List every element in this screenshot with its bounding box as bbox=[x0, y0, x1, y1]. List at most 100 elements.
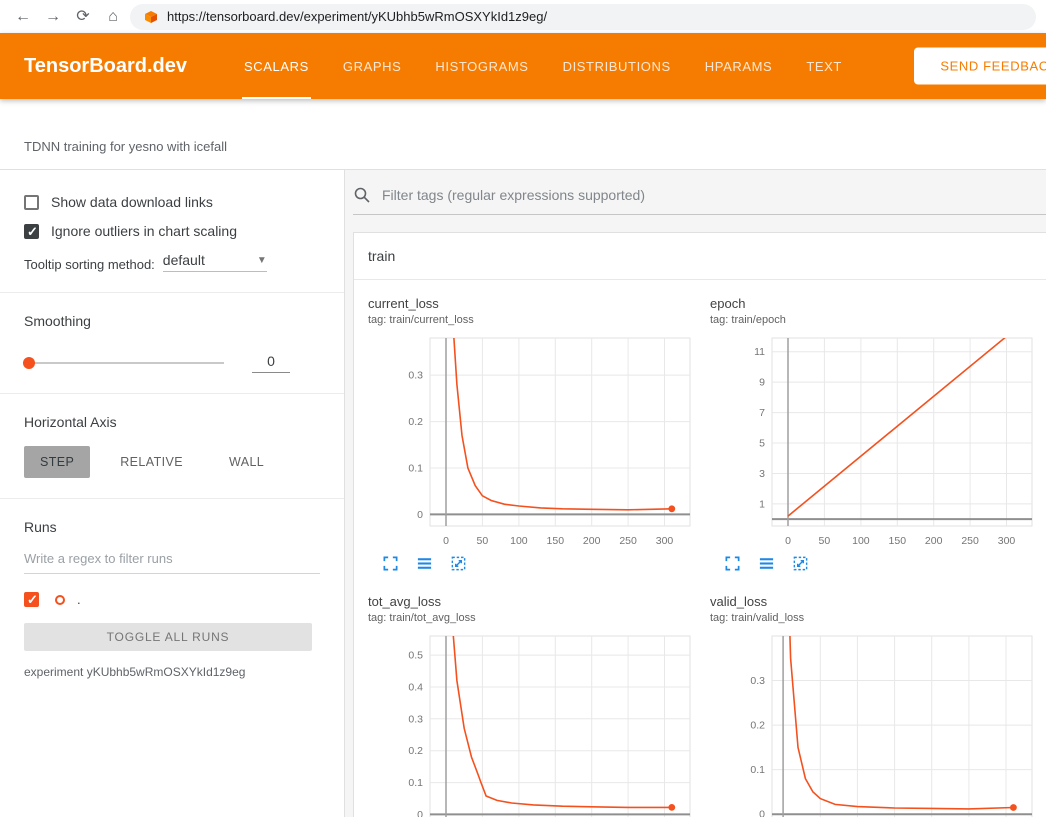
svg-text:250: 250 bbox=[619, 535, 637, 547]
chart-title: epoch bbox=[710, 296, 1042, 311]
smoothing-value-input[interactable] bbox=[252, 353, 290, 373]
forward-icon[interactable]: → bbox=[40, 4, 66, 30]
experiment-id-label: experiment yKUbhb5wRmOSXYkId1z9eg bbox=[24, 665, 320, 679]
horizontal-axis-toggle-group: STEP RELATIVE WALL bbox=[24, 446, 320, 478]
header-tabs: SCALARS GRAPHS HISTOGRAMS DISTRIBUTIONS … bbox=[227, 33, 859, 99]
tag-filter-row bbox=[353, 186, 1046, 215]
tooltip-sorting-dropdown[interactable]: default ▼ bbox=[163, 252, 267, 272]
show-download-links-row: Show data download links bbox=[24, 194, 320, 210]
chart-plot[interactable]: 05010015020025030000.10.20.3 bbox=[368, 332, 698, 552]
fit-domain-icon[interactable] bbox=[792, 555, 809, 572]
smoothing-slider-thumb[interactable] bbox=[23, 357, 35, 369]
show-download-links-label: Show data download links bbox=[51, 194, 213, 210]
send-feedback-button[interactable]: SEND FEEDBACK bbox=[914, 48, 1046, 85]
svg-text:100: 100 bbox=[852, 535, 870, 547]
expand-chart-icon[interactable] bbox=[382, 555, 399, 572]
toggle-all-runs-button[interactable]: TOGGLE ALL RUNS bbox=[24, 623, 312, 651]
tooltip-sorting-row: Tooltip sorting method: default ▼ bbox=[24, 252, 320, 272]
svg-text:0.2: 0.2 bbox=[408, 745, 423, 757]
chevron-down-icon: ▼ bbox=[257, 255, 267, 266]
chart-title: tot_avg_loss bbox=[368, 594, 700, 609]
axis-relative-button[interactable]: RELATIVE bbox=[104, 446, 199, 478]
tab-histograms[interactable]: HISTOGRAMS bbox=[418, 33, 545, 99]
svg-text:150: 150 bbox=[889, 535, 907, 547]
chart-plot[interactable]: 05010015020025030000.10.20.30.40.5 bbox=[368, 630, 698, 817]
svg-text:0.1: 0.1 bbox=[750, 764, 765, 776]
svg-text:50: 50 bbox=[477, 535, 489, 547]
chart-title: current_loss bbox=[368, 296, 700, 311]
chart-card: current_loss tag: train/current_loss 0 50… bbox=[368, 296, 700, 572]
runs-filter-input[interactable] bbox=[24, 551, 320, 574]
chart-title: valid_loss bbox=[710, 594, 1042, 609]
svg-text:0.4: 0.4 bbox=[408, 682, 423, 694]
chart-tag: tag: train/tot_avg_loss bbox=[368, 612, 700, 624]
svg-text:300: 300 bbox=[998, 535, 1016, 547]
expand-chart-icon[interactable] bbox=[724, 555, 741, 572]
svg-text:11: 11 bbox=[754, 346, 765, 358]
charts-grid: current_loss tag: train/current_loss 050… bbox=[354, 280, 1046, 817]
content-area: Show data download links Ignore outliers… bbox=[0, 170, 1046, 817]
svg-text:0: 0 bbox=[443, 535, 449, 547]
run-list-item: . bbox=[24, 592, 320, 607]
main-panel: train current_loss tag: train/current_lo… bbox=[345, 170, 1046, 817]
svg-text:5: 5 bbox=[759, 438, 765, 450]
smoothing-section: Smoothing bbox=[0, 293, 344, 394]
tooltip-sorting-label: Tooltip sorting method: bbox=[24, 257, 155, 272]
svg-text:0: 0 bbox=[785, 535, 791, 547]
svg-text:250: 250 bbox=[961, 535, 979, 547]
run-checkbox[interactable] bbox=[24, 592, 39, 607]
home-icon[interactable]: ⌂ bbox=[100, 4, 126, 30]
smoothing-slider-row bbox=[24, 353, 320, 373]
smoothing-label: Smoothing bbox=[24, 313, 320, 329]
runs-section: Runs . TOGGLE ALL RUNS experiment yKUbhb… bbox=[0, 499, 344, 699]
svg-text:0: 0 bbox=[759, 809, 765, 817]
runs-list-icon[interactable] bbox=[416, 555, 433, 572]
svg-text:0.1: 0.1 bbox=[408, 463, 423, 475]
chart-plot[interactable]: 0501001502002503001357911 bbox=[710, 332, 1040, 552]
svg-text:0.5: 0.5 bbox=[408, 650, 423, 662]
fit-domain-icon[interactable] bbox=[450, 555, 467, 572]
tooltip-sorting-value: default bbox=[163, 252, 205, 268]
train-section-card: train current_loss tag: train/current_lo… bbox=[353, 232, 1046, 817]
svg-text:300: 300 bbox=[656, 535, 674, 547]
brand-title: TensorBoard.dev bbox=[24, 55, 187, 78]
chart-card: epoch tag: train/epoch 05010015020025030… bbox=[710, 296, 1042, 572]
chart-plot[interactable]: 5010015020025030000.10.20.3 bbox=[710, 630, 1040, 817]
train-section-header[interactable]: train bbox=[354, 233, 1046, 280]
svg-text:0.2: 0.2 bbox=[408, 416, 423, 428]
search-icon bbox=[353, 186, 371, 204]
browser-chrome: ← → ⟳ ⌂ https://tensorboard.dev/experime… bbox=[0, 0, 1046, 33]
svg-text:7: 7 bbox=[759, 407, 765, 419]
tab-graphs[interactable]: GRAPHS bbox=[326, 33, 419, 99]
smoothing-slider[interactable] bbox=[24, 362, 224, 364]
svg-text:50: 50 bbox=[819, 535, 831, 547]
svg-text:0: 0 bbox=[417, 509, 423, 521]
run-name: . bbox=[77, 592, 81, 607]
reload-icon[interactable]: ⟳ bbox=[70, 4, 96, 30]
settings-sidebar: Show data download links Ignore outliers… bbox=[0, 170, 345, 817]
chart-tag: tag: train/current_loss bbox=[368, 314, 700, 326]
tab-text[interactable]: TEXT bbox=[789, 33, 859, 99]
chart-card: valid_loss tag: train/valid_loss 5010015… bbox=[710, 594, 1042, 817]
back-icon[interactable]: ← bbox=[10, 4, 36, 30]
axis-step-button[interactable]: STEP bbox=[24, 446, 90, 478]
tag-filter-input[interactable] bbox=[380, 186, 1046, 204]
tab-scalars[interactable]: SCALARS bbox=[227, 33, 326, 99]
app-header: TensorBoard.dev SCALARS GRAPHS HISTOGRAM… bbox=[0, 33, 1046, 99]
svg-text:100: 100 bbox=[510, 535, 528, 547]
axis-wall-button[interactable]: WALL bbox=[213, 446, 280, 478]
tab-hparams[interactable]: HPARAMS bbox=[688, 33, 790, 99]
address-bar[interactable]: https://tensorboard.dev/experiment/yKUbh… bbox=[130, 4, 1036, 30]
chart-tag: tag: train/epoch bbox=[710, 314, 1042, 326]
svg-text:0.2: 0.2 bbox=[750, 720, 765, 732]
horizontal-axis-label: Horizontal Axis bbox=[24, 414, 320, 430]
ignore-outliers-checkbox[interactable] bbox=[24, 224, 39, 239]
ignore-outliers-row: Ignore outliers in chart scaling bbox=[24, 223, 320, 239]
general-settings-section: Show data download links Ignore outliers… bbox=[0, 170, 344, 293]
svg-text:0.1: 0.1 bbox=[408, 777, 423, 789]
tab-distributions[interactable]: DISTRIBUTIONS bbox=[546, 33, 688, 99]
svg-text:0: 0 bbox=[417, 809, 423, 817]
runs-list-icon[interactable] bbox=[758, 555, 775, 572]
show-download-links-checkbox[interactable] bbox=[24, 195, 39, 210]
run-color-swatch-icon bbox=[55, 595, 65, 605]
